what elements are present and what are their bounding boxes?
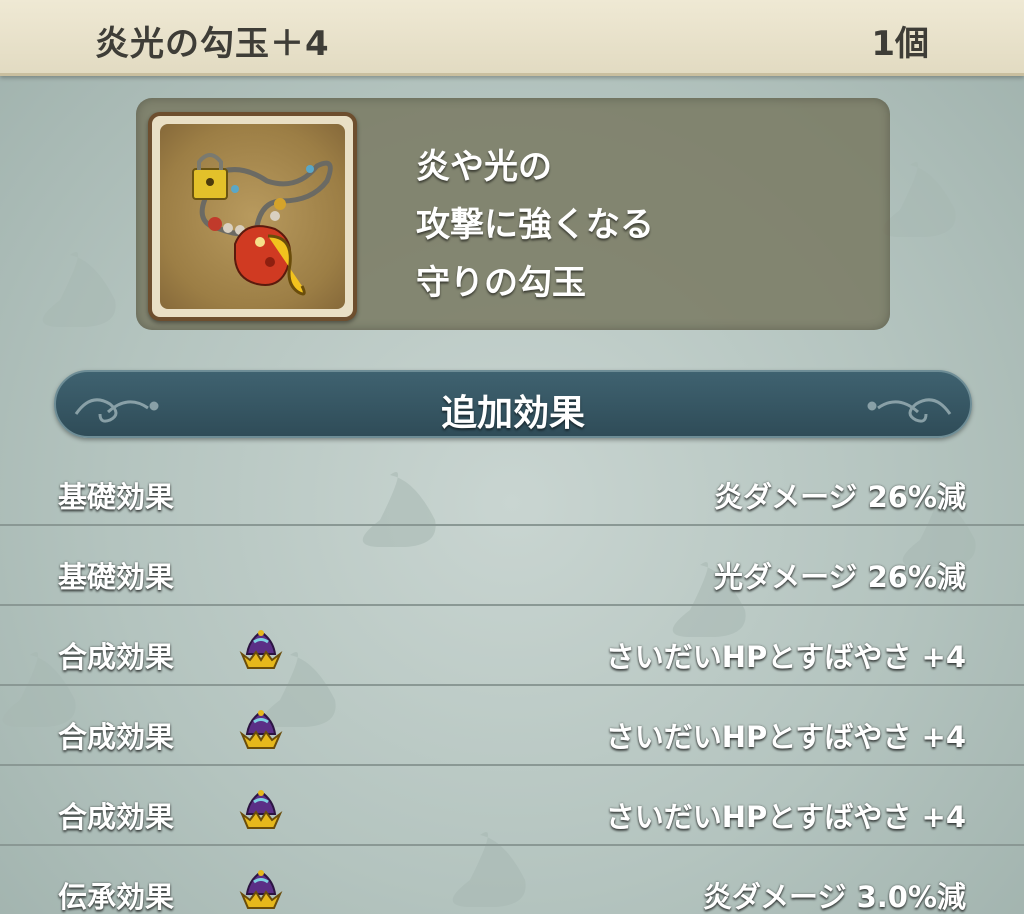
effect-row: 合成効果 さいだいHPとすばやさ +4 <box>0 686 1024 766</box>
effect-type: 基礎効果 <box>58 560 175 594</box>
crown-icon <box>239 630 283 669</box>
effect-row: 伝承効果 炎ダメージ 3.0%減 <box>0 846 1024 914</box>
effects-list: 基礎効果 炎ダメージ 26%減 基礎効果 光ダメージ 26%減 合成効果 さいだ… <box>0 446 1024 914</box>
effect-value: さいだいHPとすばやさ +4 <box>605 640 966 674</box>
item-header: 炎光の勾玉＋4 1個 <box>0 0 1024 76</box>
effect-row: 基礎効果 炎ダメージ 26%減 <box>0 446 1024 526</box>
section-title: 追加効果 <box>440 393 585 434</box>
item-description: 炎や光の 攻撃に強くなる 守りの勾玉 <box>416 138 654 312</box>
crown-icon <box>239 790 283 829</box>
description-line: 炎や光の <box>416 147 552 187</box>
effect-value: 炎ダメージ 26%減 <box>713 480 966 514</box>
effect-row: 基礎効果 光ダメージ 26%減 <box>0 526 1024 606</box>
swirl-ornament-icon <box>867 398 952 423</box>
crown-icon <box>239 870 283 909</box>
magatama-necklace-icon <box>192 153 333 296</box>
effect-value: さいだいHPとすばやさ +4 <box>605 800 966 834</box>
effect-row: 合成効果 さいだいHPとすばやさ +4 <box>0 766 1024 846</box>
effect-value: さいだいHPとすばやさ +4 <box>605 720 966 754</box>
effect-type: 合成効果 <box>58 800 175 834</box>
effect-value: 光ダメージ 26%減 <box>713 560 966 594</box>
effect-type: 伝承効果 <box>58 880 175 914</box>
item-icon-frame <box>148 112 357 321</box>
description-line: 守りの勾玉 <box>416 263 586 303</box>
effect-type: 合成効果 <box>58 640 175 674</box>
item-count: 1個 <box>871 24 929 64</box>
item-name: 炎光の勾玉＋4 <box>95 24 330 64</box>
additional-effects-header: 追加効果 <box>54 370 972 438</box>
effect-row: 合成効果 さいだいHPとすばやさ +4 <box>0 606 1024 686</box>
effect-type: 基礎効果 <box>58 480 175 514</box>
effect-type: 合成効果 <box>58 720 175 754</box>
effect-value: 炎ダメージ 3.0%減 <box>702 880 966 914</box>
description-line: 攻撃に強くなる <box>416 205 654 245</box>
crown-icon <box>239 710 283 749</box>
